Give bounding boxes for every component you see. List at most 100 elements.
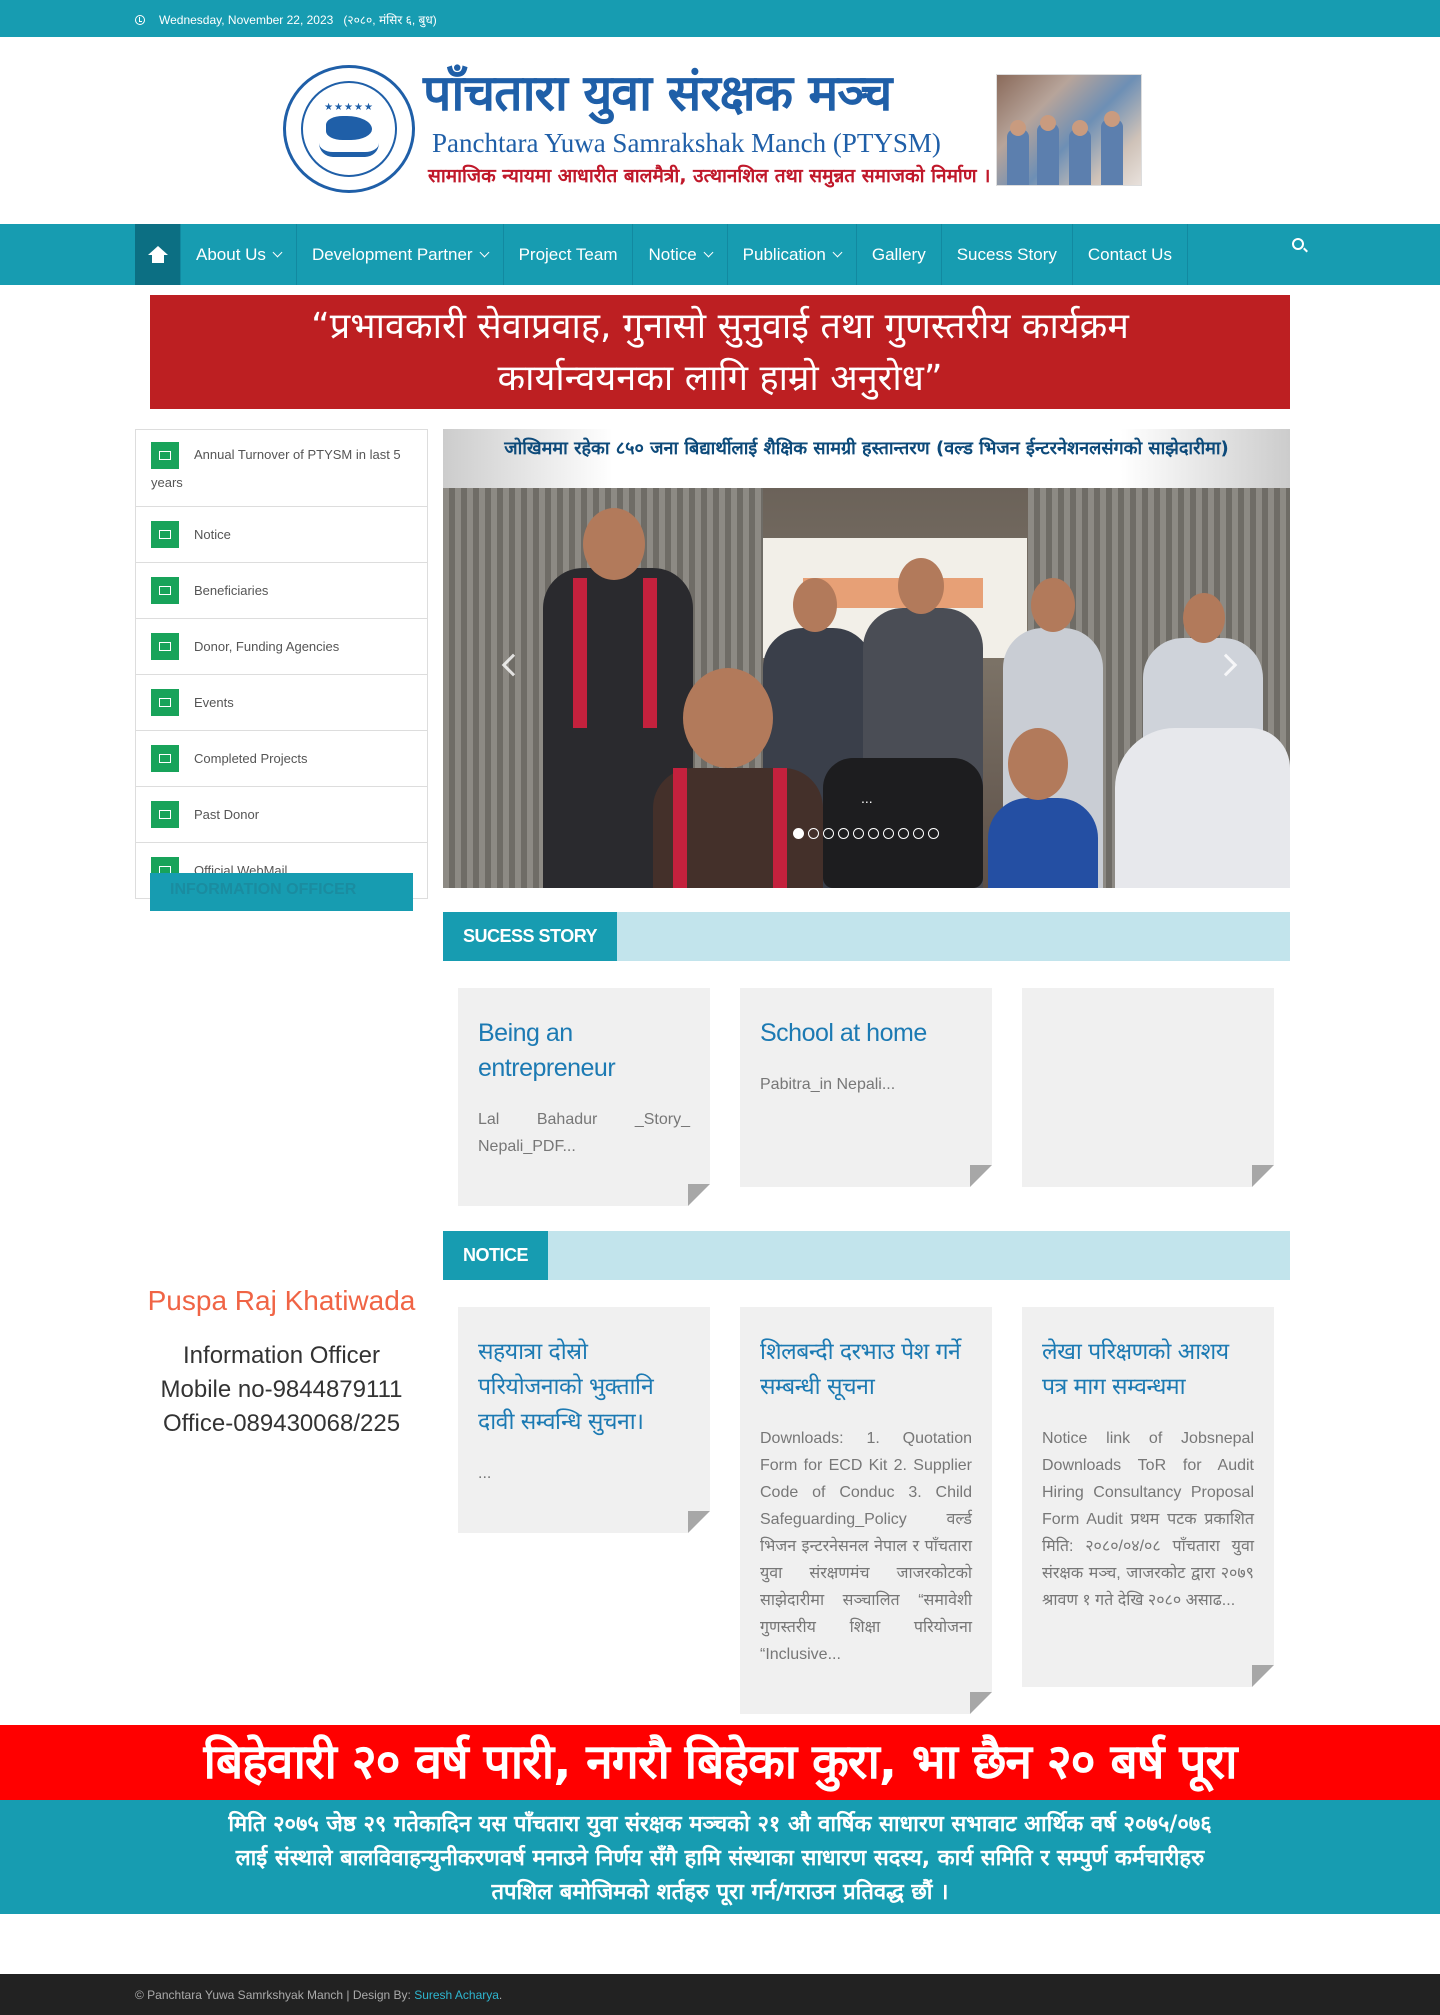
site-footer: © Panchtara Yuwa Samrkshyak Manch | Desi…	[0, 1974, 1440, 2015]
search-icon[interactable]	[1292, 238, 1304, 250]
org-title-english: Panchtara Yuwa Samrakshak Manch (PTYSM)	[432, 128, 941, 158]
sidebar-item-label: Completed Projects	[194, 751, 308, 767]
card-body: Downloads: 1. Quotation Form for ECD Kit…	[760, 1430, 972, 1663]
commitment-line-2: लाई संस्थाले बालविवाहन्युनीकरणवर्ष मनाउन…	[235, 1846, 1205, 1871]
slider-dot[interactable]	[793, 828, 804, 839]
nav-publication[interactable]: Publication	[728, 224, 857, 285]
notice-card[interactable]: लेखा परिक्षणको आशय पत्र माग सम्वन्धमा No…	[1022, 1307, 1274, 1687]
notice-card[interactable]: शिलबन्दी दरभाउ पेश गर्ने सम्बन्धी सूचना …	[740, 1307, 992, 1714]
appeal-banner: “प्रभावकारी सेवाप्रवाह, गुनासो सुनुवाई त…	[150, 295, 1290, 409]
chevron-down-icon	[479, 247, 490, 258]
slider-dot[interactable]	[868, 828, 879, 839]
nav-about-us[interactable]: About Us	[181, 224, 297, 285]
section-title: SUCESS STORY	[443, 912, 618, 961]
child-marriage-banner: बिहेवारी २० वर्ष पारी, नगरौ बिहेका कुरा,…	[0, 1725, 1440, 1800]
commitment-line-1: मिति २०७५ जेष्ठ २९ गतेकादिन यस पाँचतारा …	[228, 1812, 1212, 1837]
officer-role: Information Officer	[183, 1342, 380, 1369]
chevron-down-icon	[703, 247, 714, 258]
nav-label: Publication	[742, 244, 826, 264]
slider-dot[interactable]	[823, 828, 834, 839]
card-title[interactable]: Being an entrepreneur	[478, 1016, 690, 1086]
notice-heading: NOTICE	[443, 1231, 1290, 1280]
nav-project-team[interactable]: Project Team	[504, 224, 634, 285]
slider-dot[interactable]	[898, 828, 909, 839]
chevron-down-icon	[832, 247, 843, 258]
nav-label: Sucess Story	[956, 244, 1057, 264]
section-title: NOTICE	[443, 1231, 549, 1280]
appeal-line-1: “प्रभावकारी सेवाप्रवाह, गुनासो सुनुवाई त…	[311, 306, 1129, 347]
sidebar-item-label: Events	[194, 695, 234, 711]
top-bar: Wednesday, November 22, 2023 (२०८०, मंसि…	[0, 0, 1440, 37]
clock-icon	[135, 14, 145, 25]
sidebar-item-events[interactable]: Events	[136, 675, 427, 732]
question-icon	[151, 801, 179, 829]
handshake-icon	[151, 745, 179, 773]
card-title[interactable]: सहयात्रा दोस्रो परियोजनाको भुक्तानि दावी…	[478, 1335, 690, 1440]
card-body: Lal Bahadur _Story_ Nepali_PDF...	[478, 1111, 690, 1155]
sidebar-item-beneficiaries[interactable]: Beneficiaries	[136, 563, 427, 620]
officer-office: Office-089430068/225	[162, 1410, 401, 1437]
notice-card[interactable]: सहयात्रा दोस्रो परियोजनाको भुक्तानि दावी…	[458, 1307, 710, 1533]
nav-label: Notice	[648, 244, 697, 264]
officer-name: Puspa Raj Khatiwada	[147, 1285, 416, 1316]
nav-gallery[interactable]: Gallery	[857, 224, 942, 285]
sidebar-item-completed-projects[interactable]: Completed Projects	[136, 731, 427, 788]
chevron-down-icon	[272, 247, 283, 258]
card-body: ...	[478, 1465, 492, 1482]
slider-dot[interactable]	[883, 828, 894, 839]
sidebar-item-label: Donor, Funding Agencies	[194, 639, 340, 655]
card-body: Notice link of Jobsnepal Downloads ToR f…	[1042, 1430, 1254, 1609]
slide-caption: जोखिममा रहेका ८५० जना बिद्यार्थीलाई शैक्…	[443, 429, 1290, 488]
slider-dot[interactable]	[928, 828, 939, 839]
footer-period: .	[498, 1988, 503, 2002]
designer-link[interactable]: Suresh Acharya	[414, 1988, 499, 2002]
slider-dot[interactable]	[853, 828, 864, 839]
monitor-icon	[151, 442, 179, 470]
note-icon	[151, 521, 179, 549]
sidebar-item-label: Notice	[194, 527, 231, 543]
success-card[interactable]	[1022, 988, 1274, 1187]
site-header: ★★★★★ पाँचतारा युवा संरक्षक मञ्च Panchta…	[280, 62, 1144, 193]
nav-label: Development Partner	[311, 244, 473, 264]
monitor-icon	[151, 577, 179, 605]
sidebar-item-donor[interactable]: Donor, Funding Agencies	[136, 619, 427, 676]
sidebar-item-label: Past Donor	[194, 807, 260, 823]
commitment-line-3: तपशिल बमोजिमको शर्तहरु पूरा गर्न/गराउन प…	[491, 1880, 949, 1905]
sidebar-item-past-donor[interactable]: Past Donor	[136, 787, 427, 844]
site-logo[interactable]: ★★★★★	[283, 65, 415, 193]
sidebar-item-annual-turnover[interactable]: Annual Turnover of PTYSM in last 5 years	[136, 430, 427, 508]
information-officer-card: Puspa Raj Khatiwada Information Officer …	[135, 1285, 428, 1441]
sidebar-item-label: Beneficiaries	[194, 583, 269, 599]
image-slider[interactable]: जोखिममा रहेका ८५० जना बिद्यार्थीलाई शैक्…	[443, 429, 1290, 888]
sidebar-menu: Annual Turnover of PTYSM in last 5 years…	[135, 429, 428, 900]
officer-mobile: Mobile no-9844879111	[160, 1376, 403, 1403]
nav-home[interactable]	[135, 224, 181, 285]
nav-success-story[interactable]: Sucess Story	[942, 224, 1073, 285]
star-icon: ★★★★★	[324, 101, 374, 113]
sidebar-item-label: Annual Turnover of PTYSM in last 5 years	[151, 447, 401, 491]
slider-dot[interactable]	[838, 828, 849, 839]
information-officer-button[interactable]: INFORMATION OFFICER	[150, 873, 413, 911]
appeal-line-2: कार्यान्वयनका लागि हाम्रो अनुरोध”	[497, 358, 943, 399]
slider-dot[interactable]	[913, 828, 924, 839]
nav-notice[interactable]: Notice	[633, 224, 728, 285]
nav-label: Contact Us	[1087, 244, 1172, 264]
current-date: Wednesday, November 22, 2023	[159, 12, 334, 27]
nav-development-partner[interactable]: Development Partner	[297, 224, 504, 285]
card-title[interactable]: लेखा परिक्षणको आशय पत्र माग सम्वन्धमा	[1042, 1335, 1254, 1405]
users-icon	[151, 689, 179, 717]
nav-label: Gallery	[871, 244, 926, 264]
card-title[interactable]: शिलबन्दी दरभाउ पेश गर्ने सम्बन्धी सूचना	[760, 1335, 972, 1405]
success-card[interactable]: School at home Pabitra_in Nepali...	[740, 988, 992, 1187]
nav-contact-us[interactable]: Contact Us	[1073, 224, 1188, 285]
org-tagline: सामाजिक न्यायमा आधारीत बालमैत्री, उत्थान…	[428, 165, 991, 187]
org-title-nepali: पाँचतारा युवा संरक्षक मञ्च	[423, 64, 892, 122]
slider-dot[interactable]	[808, 828, 819, 839]
card-title[interactable]: School at home	[760, 1016, 972, 1051]
success-card[interactable]: Being an entrepreneur Lal Bahadur _Story…	[458, 988, 710, 1206]
sidebar-item-notice[interactable]: Notice	[136, 507, 427, 564]
slide-ellipsis: ...	[861, 790, 873, 806]
commitment-banner: मिति २०७५ जेष्ठ २९ गतेकादिन यस पाँचतारा …	[0, 1800, 1440, 1914]
nav-label: About Us	[196, 244, 266, 264]
slider-dots	[793, 828, 939, 839]
